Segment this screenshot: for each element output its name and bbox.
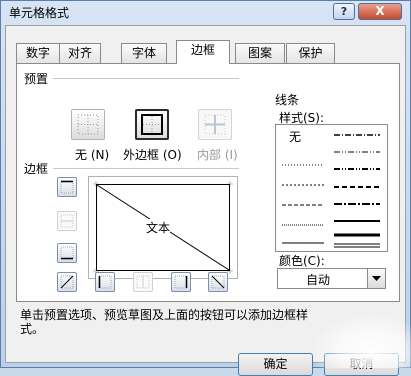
border-top-icon	[60, 180, 74, 194]
preview-text: 文本	[146, 219, 171, 236]
chevron-down-icon	[372, 276, 381, 281]
border-preview[interactable]: 文本	[88, 176, 238, 279]
glare-overlay	[311, 313, 411, 368]
ok-button[interactable]: 确定	[238, 353, 313, 376]
border-left-icon	[98, 275, 112, 289]
border-diagonal-up-icon	[60, 275, 74, 289]
color-dropdown-arrow[interactable]	[367, 269, 385, 288]
preset-inside-label: 内部 (I)	[197, 148, 238, 162]
tab-protection[interactable]: 保护	[286, 43, 335, 63]
border-bottom-icon	[60, 246, 74, 260]
tab-alignment[interactable]: 对齐	[59, 43, 101, 63]
border-left-button[interactable]	[95, 272, 115, 292]
dialog-window: 单元格格式 ? X 数字 对齐 字体 边框 图案 保护 预置 无 (N) 外边框…	[0, 0, 411, 376]
title-bar: 单元格格式 ? X	[1, 1, 410, 23]
border-group-label: 边框	[24, 162, 49, 176]
border-bottom-button[interactable]	[57, 243, 77, 263]
preset-none-label: 无 (N)	[75, 148, 110, 162]
border-middle-vertical-button[interactable]	[133, 272, 153, 292]
line-group-label: 线条	[275, 93, 300, 107]
border-top-button[interactable]	[57, 177, 77, 197]
line-style-list[interactable]: 无	[275, 124, 388, 252]
line-style-swatches[interactable]	[276, 125, 387, 251]
window-title: 单元格格式	[9, 6, 70, 20]
border-outline-icon	[141, 114, 163, 135]
presets-group-label: 预置	[24, 72, 49, 86]
border-middle-vertical-icon	[136, 275, 150, 289]
border-diagonal-down-button[interactable]	[208, 272, 228, 292]
border-separator	[53, 168, 239, 169]
color-label: 颜色(C):	[279, 254, 325, 268]
border-right-button[interactable]	[171, 272, 191, 292]
preset-none-button[interactable]	[71, 109, 105, 140]
color-value: 自动	[306, 273, 331, 287]
border-middle-horizontal-icon	[60, 214, 74, 228]
border-diagonal-up-button[interactable]	[57, 272, 77, 292]
tab-font[interactable]: 字体	[121, 43, 167, 63]
tab-pattern[interactable]: 图案	[235, 43, 285, 63]
presets-separator	[53, 78, 239, 79]
border-diagonal-down-icon	[211, 275, 225, 289]
hint-text: 单击预置选项、预览草图及上面的按钮可以添加边框样式。	[20, 308, 309, 336]
preset-outline-button[interactable]	[135, 109, 169, 140]
help-button[interactable]: ?	[333, 3, 355, 20]
border-middle-horizontal-button[interactable]	[57, 211, 77, 231]
border-none-icon	[77, 114, 99, 135]
color-select[interactable]: 自动	[277, 268, 386, 289]
border-right-icon	[174, 275, 188, 289]
tab-number[interactable]: 数字	[16, 43, 60, 63]
preset-inside-button[interactable]	[198, 109, 232, 140]
close-button[interactable]: X	[358, 3, 402, 20]
border-tab-panel: 预置 无 (N) 外边框 (O) 内部 (I) 边框 文本 线条 样式(S): …	[16, 63, 400, 302]
border-inside-icon	[204, 114, 226, 135]
tab-border[interactable]: 边框	[176, 40, 230, 64]
preset-outline-label: 外边框 (O)	[123, 148, 182, 162]
